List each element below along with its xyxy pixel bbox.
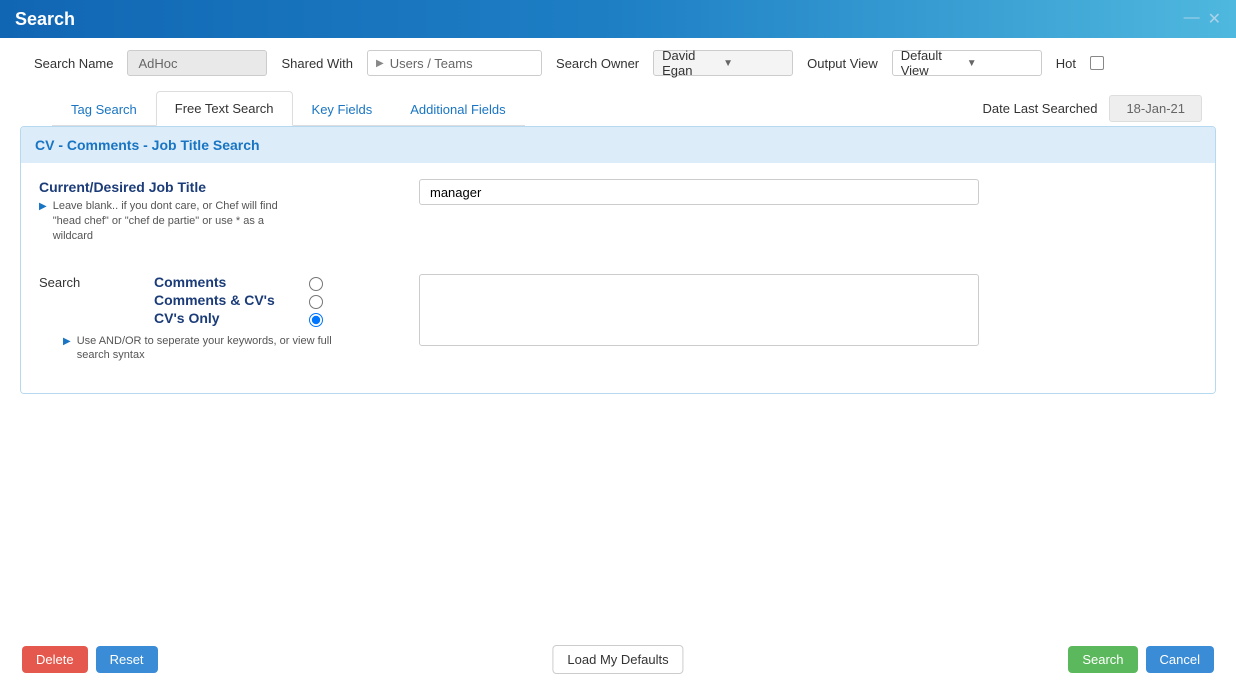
hot-checkbox[interactable] — [1090, 56, 1104, 70]
cancel-button[interactable]: Cancel — [1146, 646, 1214, 673]
job-title-label: Current/Desired Job Title — [39, 179, 419, 195]
output-view-select[interactable]: Default View ▼ — [892, 50, 1042, 76]
search-label: Search — [39, 274, 154, 328]
search-owner-select[interactable]: David Egan ▼ — [653, 50, 793, 76]
job-title-input[interactable] — [419, 179, 979, 205]
search-panel: CV - Comments - Job Title Search Current… — [20, 126, 1216, 394]
shared-with-select[interactable]: ▶ Users / Teams — [367, 50, 542, 76]
tabs: Tag Search Free Text Search Key Fields A… — [52, 90, 525, 126]
radio-comments[interactable] — [309, 277, 323, 291]
shared-with-value: Users / Teams — [390, 56, 473, 71]
tab-additional-fields[interactable]: Additional Fields — [391, 92, 524, 126]
date-last-searched-label: Date Last Searched — [983, 101, 1098, 116]
shared-with-label: Shared With — [281, 56, 353, 71]
job-title-help-text: Leave blank.. if you dont care, or Chef … — [53, 199, 283, 244]
search-keywords-textarea[interactable] — [419, 274, 979, 346]
reset-button[interactable]: Reset — [96, 646, 158, 673]
triangle-right-icon: ▶ — [376, 58, 384, 69]
search-owner-label: Search Owner — [556, 56, 639, 71]
search-options-row: Search Comments Comments & CV's CV's Onl… — [39, 274, 1197, 364]
delete-button[interactable]: Delete — [22, 646, 88, 673]
tab-key-fields[interactable]: Key Fields — [293, 92, 392, 126]
output-view-value: Default View — [901, 48, 967, 78]
radio-label-comments: Comments — [154, 274, 304, 290]
search-radio-group: Comments Comments & CV's CV's Only — [154, 274, 326, 328]
date-last-searched-group: Date Last Searched 18-Jan-21 — [983, 95, 1202, 122]
search-name-input[interactable] — [127, 50, 267, 76]
radio-label-cvs-only: CV's Only — [154, 310, 304, 326]
minimize-icon[interactable]: — — [1184, 9, 1200, 29]
triangle-right-icon: ▶ — [63, 336, 71, 364]
tab-free-text-search[interactable]: Free Text Search — [156, 91, 293, 126]
hot-label: Hot — [1056, 56, 1076, 71]
tab-tag-search[interactable]: Tag Search — [52, 92, 156, 126]
chevron-down-icon: ▼ — [723, 58, 784, 69]
radio-comments-cvs[interactable] — [309, 295, 323, 309]
search-name-label: Search Name — [34, 56, 113, 71]
search-help-text: Use AND/OR to seperate your keywords, or… — [77, 334, 337, 364]
triangle-right-icon: ▶ — [39, 201, 47, 212]
top-form-row: Search Name Shared With ▶ Users / Teams … — [0, 38, 1236, 76]
titlebar: Search — ✕ — [0, 0, 1236, 38]
close-icon[interactable]: ✕ — [1208, 9, 1221, 29]
radio-label-comments-cvs: Comments & CV's — [154, 292, 304, 308]
output-view-label: Output View — [807, 56, 878, 71]
footer: Delete Reset Load My Defaults Search Can… — [0, 646, 1236, 673]
chevron-down-icon: ▼ — [967, 58, 1033, 69]
search-button[interactable]: Search — [1068, 646, 1137, 673]
date-last-searched-value: 18-Jan-21 — [1109, 95, 1202, 122]
load-defaults-button[interactable]: Load My Defaults — [552, 645, 683, 674]
job-title-row: Current/Desired Job Title ▶ Leave blank.… — [39, 179, 1197, 244]
window-title: Search — [15, 9, 75, 30]
panel-header: CV - Comments - Job Title Search — [21, 127, 1215, 163]
search-owner-value: David Egan — [662, 48, 723, 78]
tabs-row: Tag Search Free Text Search Key Fields A… — [0, 76, 1236, 126]
radio-cvs-only[interactable] — [309, 313, 323, 327]
